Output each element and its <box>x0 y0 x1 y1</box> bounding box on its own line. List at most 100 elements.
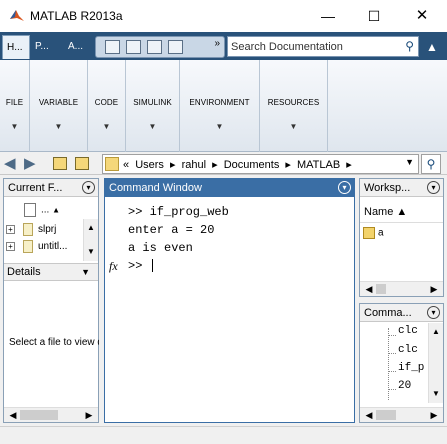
command-output-line: enter a = 20 <box>128 223 215 237</box>
group-variable-label: VARIABLE <box>38 98 79 107</box>
status-bar <box>0 426 447 444</box>
search-documentation-input[interactable] <box>228 37 396 56</box>
workspace-header[interactable]: Worksp... ▾ <box>360 179 443 197</box>
minimize-button[interactable]: — <box>306 3 350 29</box>
workspace-variable-row[interactable]: a <box>363 227 384 239</box>
group-code[interactable]: CODE ▼ <box>88 60 126 152</box>
documentation-search: ⚲ <box>227 36 419 57</box>
scroll-thumb[interactable] <box>376 284 386 294</box>
scroll-down-icon[interactable]: ▼ <box>429 387 443 401</box>
tab-apps[interactable]: A... <box>64 35 94 59</box>
panel-actions-icon[interactable]: ▾ <box>427 306 440 319</box>
column-header-name[interactable]: Name ▲ <box>364 206 407 218</box>
history-tree-branch <box>388 335 396 336</box>
path-box[interactable]: « Users ▸ rahul ▸ Documents ▸ MATLAB ▸ ▼ <box>102 154 419 174</box>
breadcrumb-separator[interactable]: ▸ <box>346 159 352 171</box>
history-tree-branch <box>388 389 396 390</box>
breadcrumb-separator[interactable]: ▸ <box>285 159 291 171</box>
up-folder-icon[interactable] <box>53 157 67 170</box>
group-environment[interactable]: ENVIRONMENT ▼ <box>180 60 260 152</box>
horizontal-scrollbar[interactable]: ◀ ▶ <box>4 407 98 422</box>
folder-icon <box>105 157 119 171</box>
breadcrumb-rahul[interactable]: rahul <box>182 159 206 171</box>
scroll-right-icon[interactable]: ▶ <box>427 282 441 296</box>
browse-folder-icon[interactable] <box>75 157 89 170</box>
panel-actions-icon[interactable]: ▾ <box>427 181 440 194</box>
scroll-up-icon[interactable]: ▲ <box>84 221 98 235</box>
panel-actions-icon[interactable]: ▾ <box>338 181 351 194</box>
folder-search-icon[interactable]: ⚲ <box>421 154 441 174</box>
scroll-left-icon[interactable]: ◀ <box>6 408 20 422</box>
command-history-header[interactable]: Comma... ▾ <box>360 304 443 322</box>
scroll-right-icon[interactable]: ▶ <box>427 408 441 422</box>
horizontal-scrollbar[interactable]: ◀ ▶ <box>360 281 443 296</box>
chevron-down-icon[interactable]: ▼ <box>0 122 29 131</box>
list-item[interactable]: + slprj <box>6 222 84 238</box>
breadcrumb-overflow[interactable]: « <box>123 159 129 171</box>
window-title: MATLAB R2013a <box>30 9 123 23</box>
sort-up-icon[interactable]: ▲ <box>52 206 60 215</box>
breadcrumb-documents[interactable]: Documents <box>224 159 280 171</box>
expand-icon[interactable]: + <box>6 224 15 234</box>
panel-actions-icon[interactable]: ▾ <box>82 181 95 194</box>
breadcrumb: « Users ▸ rahul ▸ Documents ▸ MATLAB ▸ <box>123 158 355 171</box>
copy-icon[interactable] <box>168 40 183 54</box>
details-header[interactable]: Details ▼ <box>4 263 98 281</box>
breadcrumb-matlab[interactable]: MATLAB <box>297 159 340 171</box>
tab-home[interactable]: H... <box>2 35 30 59</box>
parent-folder-row[interactable]: ... ▲ <box>24 203 60 217</box>
chevron-down-icon[interactable]: ▼ <box>88 122 125 131</box>
expand-icon[interactable]: + <box>6 241 15 251</box>
command-window-body[interactable]: >> if_prog_web enter a = 20 a is even fx… <box>105 197 354 422</box>
cut-icon[interactable] <box>147 40 162 54</box>
scroll-up-icon[interactable]: ▲ <box>429 325 443 339</box>
new-file-icon[interactable] <box>105 40 120 54</box>
group-file-label: FILE <box>5 98 24 107</box>
command-window-header[interactable]: Command Window ▾ <box>105 179 354 197</box>
group-variable[interactable]: VARIABLE ▼ <box>30 60 88 152</box>
current-folder-title: Current F... <box>8 182 63 194</box>
scroll-thumb[interactable] <box>376 410 396 420</box>
list-item[interactable]: 20 <box>398 380 411 392</box>
list-item[interactable]: + untitl... <box>6 239 84 255</box>
close-button[interactable]: ✕ <box>400 3 444 29</box>
address-bar: ◀ ▶ « Users ▸ rahul ▸ Documents ▸ MATLAB… <box>0 153 447 175</box>
history-scrollbar[interactable]: ▲ ▼ <box>428 323 443 403</box>
quick-access-more-button[interactable]: » <box>214 38 220 49</box>
command-prompt-line[interactable]: >> <box>128 259 153 273</box>
list-item[interactable]: clc <box>397 325 427 339</box>
collapse-toolstrip-button[interactable]: ▲ <box>423 37 441 57</box>
breadcrumb-separator[interactable]: ▸ <box>170 159 176 171</box>
details-message: Select a file to view details <box>9 337 99 348</box>
path-dropdown-icon[interactable]: ▼ <box>405 157 414 167</box>
list-item[interactable]: clc <box>398 344 418 356</box>
text-caret <box>151 259 153 273</box>
tab-plots[interactable]: P... <box>31 35 63 59</box>
chevron-down-icon[interactable]: ▼ <box>81 264 90 281</box>
chevron-down-icon[interactable]: ▼ <box>126 122 179 131</box>
save-icon[interactable] <box>126 40 141 54</box>
current-folder-header[interactable]: Current F... ▾ <box>4 179 98 197</box>
command-output-line: >> if_prog_web <box>128 205 229 219</box>
scroll-right-icon[interactable]: ▶ <box>82 408 96 422</box>
file-list-scrollbar[interactable]: ▲ ▼ <box>83 219 98 261</box>
chevron-down-icon[interactable]: ▼ <box>260 122 327 131</box>
breadcrumb-separator[interactable]: ▸ <box>212 159 218 171</box>
scroll-thumb[interactable] <box>20 410 58 420</box>
breadcrumb-users[interactable]: Users <box>135 159 164 171</box>
back-arrow-icon[interactable]: ◀ <box>4 155 16 173</box>
search-icon[interactable]: ⚲ <box>405 39 414 53</box>
function-browser-icon[interactable]: fx <box>109 259 118 274</box>
horizontal-scrollbar[interactable]: ◀ ▶ <box>360 407 443 422</box>
scroll-left-icon[interactable]: ◀ <box>362 408 376 422</box>
chevron-down-icon[interactable]: ▼ <box>30 122 87 131</box>
scroll-left-icon[interactable]: ◀ <box>362 282 376 296</box>
chevron-down-icon[interactable]: ▼ <box>180 122 259 131</box>
group-file[interactable]: FILE ▼ <box>0 60 30 152</box>
group-resources[interactable]: RESOURCES ▼ <box>260 60 328 152</box>
forward-arrow-icon[interactable]: ▶ <box>24 155 36 173</box>
maximize-button[interactable]: ☐ <box>352 3 396 29</box>
group-simulink[interactable]: SIMULINK ▼ <box>126 60 180 152</box>
list-item[interactable]: if_p <box>397 362 427 376</box>
scroll-down-icon[interactable]: ▼ <box>84 245 98 259</box>
